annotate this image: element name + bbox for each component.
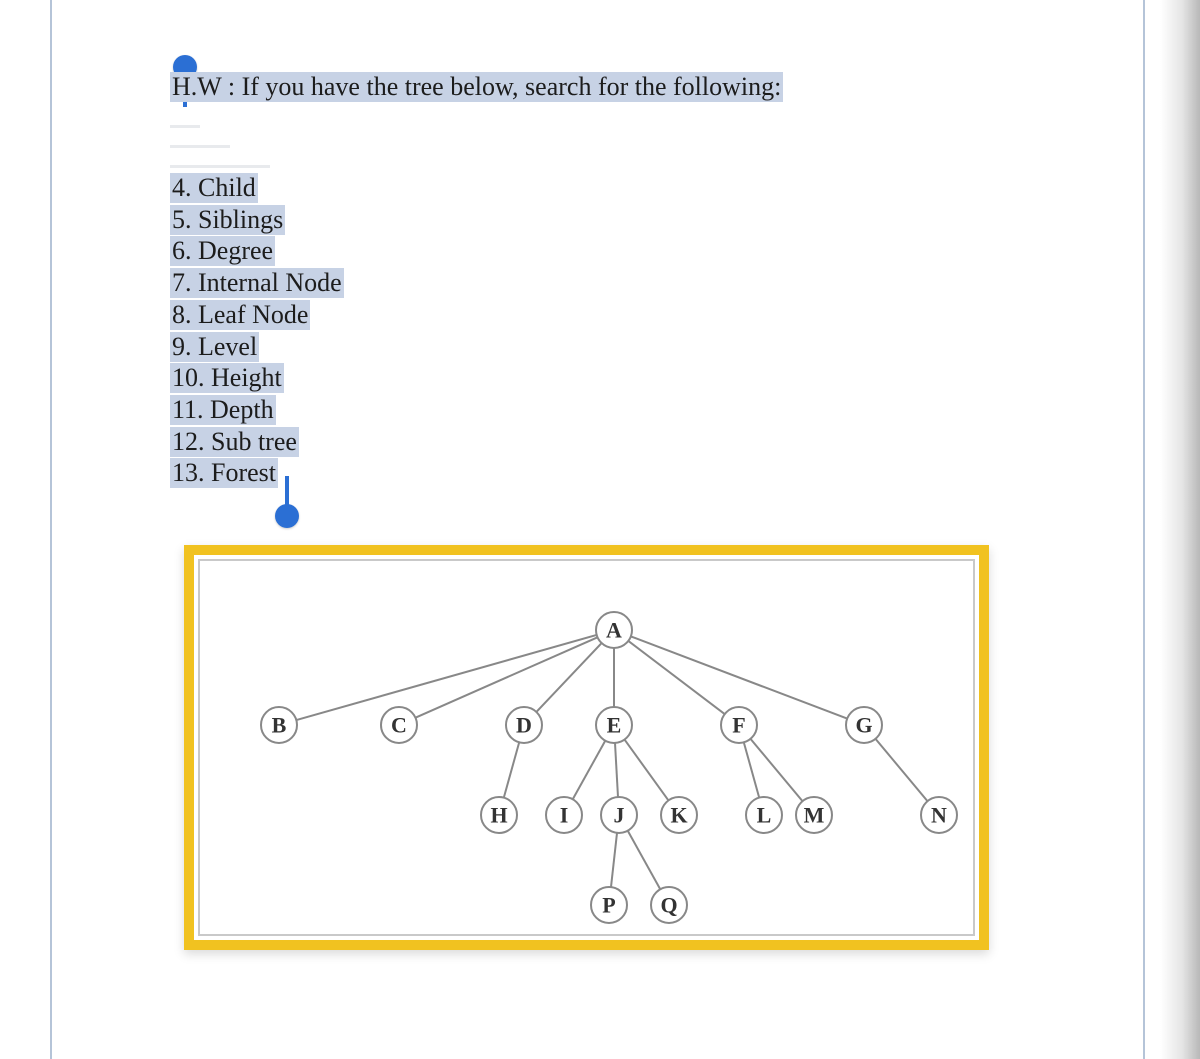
tree-node-m: M xyxy=(796,797,832,833)
question-item-text: 8. Leaf Node xyxy=(170,300,310,330)
question-item: 10. Height xyxy=(170,362,1020,394)
tree-node-h: H xyxy=(481,797,517,833)
redacted-line xyxy=(170,132,1020,146)
tree-node-e: E xyxy=(596,707,632,743)
homework-title-text: H.W : If you have the tree below, search… xyxy=(170,72,783,102)
tree-edge xyxy=(876,739,928,801)
tree-node-label: B xyxy=(272,713,287,738)
document-text-block: H.W : If you have the tree below, search… xyxy=(170,72,1020,489)
question-item: 11. Depth xyxy=(170,394,1020,426)
tree-edge xyxy=(628,831,661,890)
tree-node-label: I xyxy=(560,803,569,828)
tree-node-label: J xyxy=(614,803,625,828)
tree-edge xyxy=(625,740,669,801)
question-item-text: 11. Depth xyxy=(170,395,276,425)
question-item: 4. Child xyxy=(170,172,1020,204)
homework-title: H.W : If you have the tree below, search… xyxy=(170,72,1020,102)
tree-edge xyxy=(536,643,601,712)
question-item-text: 6. Degree xyxy=(170,236,275,266)
question-item-text: 13. Forest xyxy=(170,458,278,488)
tree-node-label: Q xyxy=(660,893,677,918)
tree-node-a: A xyxy=(596,612,632,648)
question-item-text: 4. Child xyxy=(170,173,258,203)
question-item-text: 5. Siblings xyxy=(170,205,285,235)
page-margin-left xyxy=(50,0,52,1059)
selection-handle-end-icon[interactable] xyxy=(275,504,299,528)
redacted-lines xyxy=(170,112,1020,166)
tree-node-k: K xyxy=(661,797,697,833)
question-item: 12. Sub tree xyxy=(170,426,1020,458)
question-item: 13. Forest xyxy=(170,457,1020,489)
tree-node-f: F xyxy=(721,707,757,743)
tree-edge xyxy=(611,833,617,887)
tree-node-label: F xyxy=(732,713,745,738)
tree-node-p: P xyxy=(591,887,627,923)
tree-figure-frame: A B C D E F G H I J K L M N P Q xyxy=(184,545,989,950)
question-item-text: 9. Level xyxy=(170,332,259,362)
tree-node-c: C xyxy=(381,707,417,743)
tree-node-label: D xyxy=(516,713,532,738)
tree-node-label: K xyxy=(670,803,687,828)
tree-node-label: E xyxy=(607,713,622,738)
tree-edge xyxy=(573,741,606,800)
page-margin-right xyxy=(1143,0,1145,1059)
question-item-text: 12. Sub tree xyxy=(170,427,299,457)
tree-node-label: A xyxy=(606,618,622,643)
tree-node-label: M xyxy=(804,803,825,828)
tree-diagram: A B C D E F G H I J K L M N P Q xyxy=(194,555,979,940)
question-item-text: 7. Internal Node xyxy=(170,268,344,298)
tree-node-j: J xyxy=(601,797,637,833)
tree-edge xyxy=(296,635,596,720)
document-page: H.W : If you have the tree below, search… xyxy=(0,0,1200,1059)
question-list: 4. Child5. Siblings6. Degree7. Internal … xyxy=(170,172,1020,489)
question-item: 5. Siblings xyxy=(170,204,1020,236)
tree-edge xyxy=(504,742,519,797)
tree-node-label: P xyxy=(602,893,615,918)
question-item: 7. Internal Node xyxy=(170,267,1020,299)
tree-node-label: C xyxy=(391,713,407,738)
tree-node-b: B xyxy=(261,707,297,743)
question-item: 8. Leaf Node xyxy=(170,299,1020,331)
tree-node-label: H xyxy=(490,803,507,828)
tree-node-i: I xyxy=(546,797,582,833)
tree-node-n: N xyxy=(921,797,957,833)
tree-node-l: L xyxy=(746,797,782,833)
tree-edge xyxy=(615,743,618,797)
redacted-line xyxy=(170,112,1020,126)
tree-node-label: L xyxy=(757,803,772,828)
tree-node-label: N xyxy=(931,803,947,828)
tree-edge xyxy=(628,641,724,714)
question-item-text: 10. Height xyxy=(170,363,284,393)
tree-node-q: Q xyxy=(651,887,687,923)
question-item: 9. Level xyxy=(170,331,1020,363)
page-shadow-edge xyxy=(1160,0,1200,1059)
tree-node-d: D xyxy=(506,707,542,743)
redacted-line xyxy=(170,152,1020,166)
tree-node-g: G xyxy=(846,707,882,743)
tree-edge xyxy=(744,742,759,797)
tree-node-label: G xyxy=(855,713,872,738)
question-item: 6. Degree xyxy=(170,235,1020,267)
